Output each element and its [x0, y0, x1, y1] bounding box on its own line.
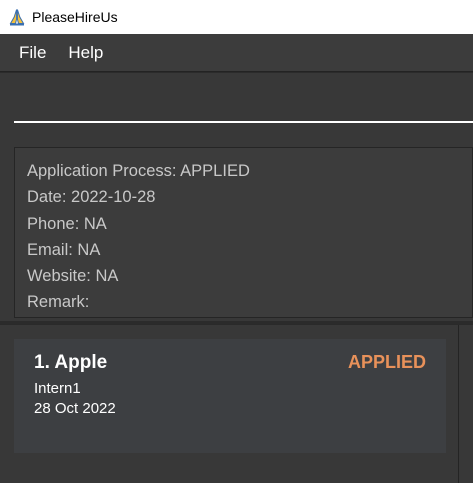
window-title: PleaseHireUs [32, 9, 118, 25]
detail-remark: Remark: [27, 293, 90, 312]
detail-application-process: Application Process: APPLIED [27, 162, 250, 180]
menu-file[interactable]: File [8, 34, 57, 72]
card-date: 28 Oct 2022 [34, 400, 116, 417]
detail-email: Email: NA [27, 240, 101, 259]
detail-website: Website: NA [27, 267, 119, 286]
menu-bar: File Help [0, 34, 473, 72]
internship-card[interactable]: 1. Apple APPLIED Intern1 28 Oct 2022 [14, 339, 446, 453]
details-box: Application Process: APPLIED Date: 2022-… [14, 147, 473, 318]
card-position: Intern1 [34, 380, 81, 397]
command-input[interactable] [14, 93, 473, 123]
window-titlebar: PleaseHireUs [0, 0, 473, 34]
praying-hands-icon [8, 8, 26, 26]
details-panel: Application Process: APPLIED Date: 2022-… [0, 141, 473, 321]
menu-help[interactable]: Help [57, 34, 114, 72]
command-box [0, 73, 473, 141]
list-divider [458, 325, 459, 483]
card-header: 1. Apple APPLIED [34, 352, 426, 374]
card-company-name: 1. Apple [34, 352, 108, 373]
status-badge: APPLIED [347, 352, 426, 372]
detail-phone: Phone: NA [27, 214, 107, 233]
internship-list: 1. Apple APPLIED Intern1 28 Oct 2022 [0, 324, 473, 483]
detail-date: Date: 2022-10-28 [27, 188, 156, 207]
